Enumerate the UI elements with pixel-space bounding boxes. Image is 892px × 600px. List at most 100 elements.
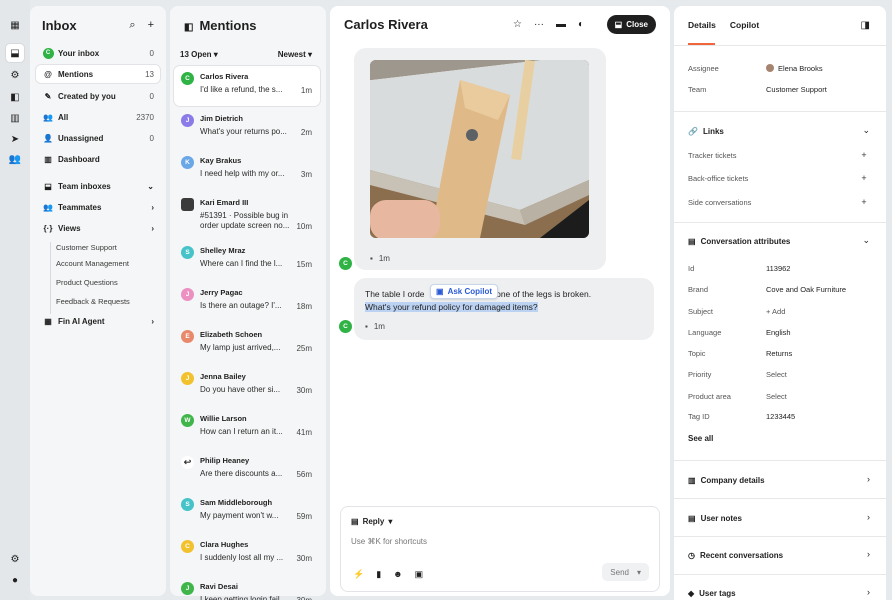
message-time: 15m	[296, 260, 312, 269]
mention-list-item[interactable]: Kari Emard III #51391 · Possible bug in or…	[174, 192, 320, 231]
more-icon[interactable]: ···	[534, 19, 544, 30]
nav-all[interactable]: 👥 All 2370	[36, 108, 160, 126]
search-icon[interactable]: ⌕	[129, 19, 135, 32]
new-conversation-plus-icon[interactable]: +	[148, 19, 154, 32]
mention-list-item[interactable]: C Clara Hughes I suddenly lost all my ... 3…	[174, 534, 320, 570]
add-tracker-ticket-icon[interactable]: +	[858, 149, 870, 161]
team-value[interactable]: Customer Support	[766, 85, 827, 94]
attribute-value[interactable]: Cove and Oak Furniture	[766, 285, 846, 294]
tab-copilot[interactable]: Copilot	[730, 20, 759, 30]
conversation-panel: Carlos Rivera ☆ ··· ▬ ◐ ⬓ Close ▪ 1m C T…	[330, 6, 670, 596]
add-back-office-ticket-icon[interactable]: +	[858, 172, 870, 184]
mention-list-item[interactable]: ↩ Philip Heaney Are there discounts a... 56…	[174, 450, 320, 486]
nav-team-inboxes[interactable]: ⬓ Team inboxes ⌄	[36, 177, 160, 195]
mention-list-item[interactable]: J Jenna Bailey Do you have other si... 30m	[174, 366, 320, 402]
sidebar-toggle-icon[interactable]: ◧	[184, 22, 193, 33]
divider	[674, 498, 886, 499]
links-section-title[interactable]: 🔗 Links	[688, 127, 724, 136]
see-all-link[interactable]: See all	[688, 434, 713, 443]
contacts-icon[interactable]: 👥	[8, 152, 22, 166]
bookmark-icon[interactable]: ▮	[376, 569, 381, 580]
nav-teammates[interactable]: 👥 Teammates ›	[36, 198, 160, 216]
attribute-value[interactable]: English	[766, 328, 791, 337]
mentions-header: ◧ Mentions	[184, 18, 257, 33]
chevron-right-icon[interactable]: ›	[867, 474, 870, 484]
settings-icon[interactable]: ⚙	[8, 552, 22, 566]
knowledge-icon[interactable]: ◧	[8, 90, 22, 104]
assignee-value[interactable]: Elena Brooks	[766, 64, 823, 73]
send-button[interactable]: Send ▾	[602, 563, 649, 581]
nav-fin-ai-agent[interactable]: ▦ Fin AI Agent ›	[36, 312, 160, 330]
chevron-right-icon[interactable]: ›	[867, 587, 870, 597]
damaged-table-leg-photo[interactable]	[370, 60, 589, 238]
star-icon[interactable]: ☆	[513, 19, 522, 30]
people-icon: 👥	[43, 112, 53, 122]
attribute-value[interactable]: Select	[766, 370, 787, 379]
mention-list-item[interactable]: J Ravi Desai I keep getting login fail... 3…	[174, 576, 320, 600]
mention-list-item[interactable]: C Carlos Rivera I'd like a refund, the s..…	[174, 66, 320, 106]
collapse-panel-icon[interactable]: ◨	[861, 20, 870, 31]
attribute-value[interactable]: 1233445	[766, 412, 795, 421]
mention-list-item[interactable]: W Willie Larson How can I return an it... 4…	[174, 408, 320, 444]
mention-list-item[interactable]: K Kay Brakus I need help with my or... 3m	[174, 150, 320, 186]
chevron-right-icon[interactable]: ›	[867, 512, 870, 522]
link-icon: 🔗	[688, 127, 698, 136]
view-feedback-requests[interactable]: Feedback & Requests	[56, 297, 130, 306]
fin-icon[interactable]: ⚙	[8, 68, 22, 82]
mention-list-item[interactable]: S Shelley Mraz Where can I find the l... 15…	[174, 240, 320, 276]
sort-dropdown[interactable]: Newest ▾	[278, 50, 312, 59]
reply-input[interactable]: Use ⌘K for shortcuts	[351, 537, 427, 546]
nav-created-by-you[interactable]: ✎ Created by you 0	[36, 87, 160, 105]
nav-unassigned[interactable]: 👤 Unassigned 0	[36, 129, 160, 147]
attribute-value[interactable]: 113962	[766, 264, 790, 273]
reports-icon[interactable]: ▥	[8, 111, 22, 125]
contact-avatar: ↩	[181, 456, 194, 469]
section-user-tags[interactable]: ◆ User tags	[688, 589, 736, 598]
app-window: ▦ ⬓ ⚙ ◧ ▥ ➤ 👥 ⚙ ● Inbox ⌕ + C Your inbox…	[0, 0, 892, 600]
logo-icon[interactable]: ▦	[8, 18, 22, 32]
attribute-value[interactable]: + Add	[766, 307, 785, 316]
chevron-down-icon[interactable]: ⌄	[862, 125, 870, 136]
view-product-questions[interactable]: Product Questions	[56, 278, 118, 287]
snooze-icon[interactable]: ◐	[578, 19, 584, 30]
nav-dashboard[interactable]: ▥ Dashboard	[36, 150, 160, 168]
ask-copilot-button[interactable]: ▣ Ask Copilot	[430, 284, 499, 299]
chevron-right-icon[interactable]: ›	[867, 549, 870, 559]
reply-mode-dropdown[interactable]: ▤ Reply ▾	[351, 517, 392, 526]
contact-name: Kay Brakus	[200, 156, 242, 165]
nav-your-inbox[interactable]: C Your inbox 0	[36, 44, 160, 62]
close-button[interactable]: ⬓ Close	[606, 15, 656, 34]
emoji-icon[interactable]: ☻	[393, 569, 402, 580]
mention-list-item[interactable]: J Jim Dietrich What's your returns po... 2m	[174, 108, 320, 144]
message-preview: Are there discounts a...	[200, 469, 283, 478]
message-preview: How can I return an it...	[200, 427, 283, 436]
section-company-details[interactable]: ▥ Company details	[688, 476, 765, 485]
attribute-value[interactable]: Select	[766, 392, 787, 401]
section-user-notes[interactable]: ▤ User notes	[688, 514, 742, 523]
add-side-conversation-icon[interactable]: +	[858, 196, 870, 208]
tab-details[interactable]: Details	[688, 20, 716, 30]
attribute-value[interactable]: Returns	[766, 349, 792, 358]
mention-list-item[interactable]: J Jerry Pagac Is there an outage? I'... 18m	[174, 282, 320, 318]
view-account-management[interactable]: Account Management	[56, 259, 129, 268]
message-time: 2m	[300, 128, 312, 137]
section-recent-conversations[interactable]: ◷ Recent conversations	[688, 551, 783, 560]
outbound-icon[interactable]: ➤	[8, 132, 22, 146]
contact-avatar: S	[181, 246, 194, 259]
chevron-down-icon[interactable]: ⌄	[862, 235, 870, 246]
reply-composer[interactable]: ▤ Reply ▾ Use ⌘K for shortcuts ⚡ ▮ ☻ ▣ S…	[340, 506, 660, 592]
profile-avatar-icon[interactable]: ●	[8, 573, 22, 587]
view-customer-support[interactable]: Customer Support	[56, 243, 117, 252]
open-filter-dropdown[interactable]: 13 Open ▾	[180, 50, 218, 59]
mention-list-item[interactable]: E Elizabeth Schoen My lamp just arrived,..…	[174, 324, 320, 360]
inbox-icon[interactable]: ⬓	[6, 44, 24, 62]
ticket-icon[interactable]: ▬	[556, 19, 566, 30]
mention-list-item[interactable]: S Sam Middleborough My payment won't w... 5…	[174, 492, 320, 528]
message-preview: My payment won't w...	[200, 511, 279, 520]
lightning-icon[interactable]: ⚡	[353, 569, 364, 580]
gif-icon[interactable]: ▣	[415, 569, 424, 580]
teammates-icon: 👥	[43, 202, 53, 212]
nav-views[interactable]: {·} Views ›	[36, 219, 160, 237]
nav-mentions[interactable]: @ Mentions 13	[36, 65, 160, 83]
attributes-section-title[interactable]: ▤ Conversation attributes	[688, 237, 790, 246]
